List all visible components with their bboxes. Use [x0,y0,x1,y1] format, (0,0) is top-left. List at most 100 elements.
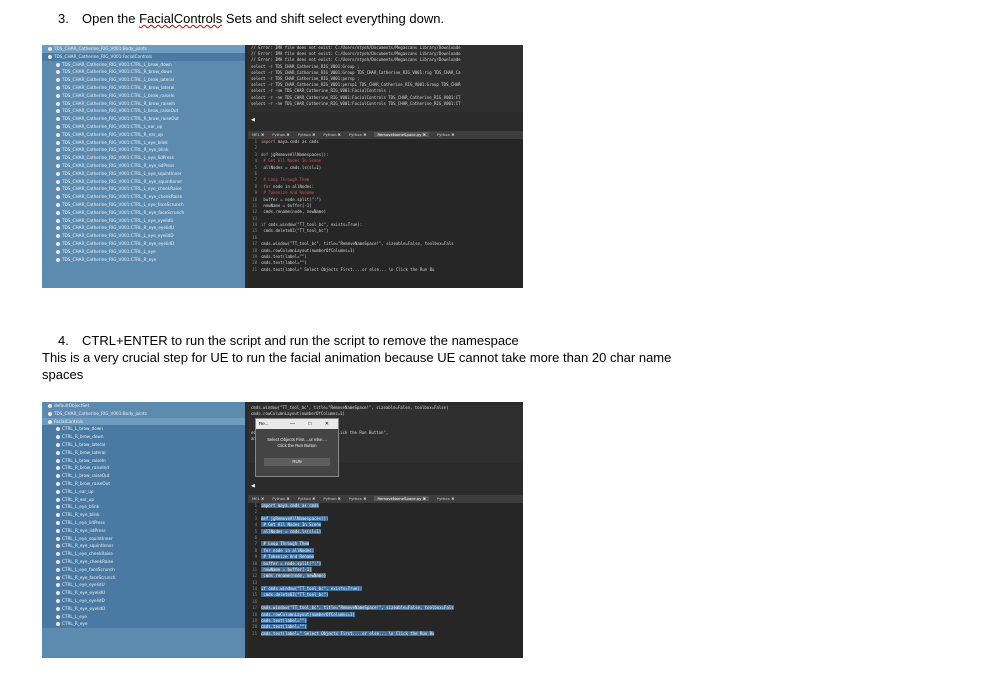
outliner-item-label: TDS_CHAR_Catherine_RIG_V001:CTRL_L_eye_f… [62,201,184,207]
circle-node-icon [56,622,60,627]
outliner-item[interactable]: TDS_CHAR_Catherine_RIG_V001:CTRL_R_eye_e… [42,240,245,248]
outliner-item[interactable]: TDS_CHAR_Catherine_RIG_V001:Body_joints [42,45,245,53]
outliner-item[interactable]: CTRL_R_eye_lidPress [42,526,245,535]
outliner-item[interactable]: TDS_CHAR_Catherine_RIG_V001:Body_joints [42,410,245,418]
script-tab[interactable]: Python ✖ [349,132,367,137]
outliner-item[interactable]: CTRL_R_ear_up [42,495,245,504]
script-tabs-2: MEL ✖ Python ✖ Python ✖ Python ✖ Python ✖ Rem… [248,495,523,503]
outliner-item[interactable]: CTRL_R_eye [42,620,245,629]
outliner-item[interactable]: CTRL_R_eye_cheekRaise [42,557,245,566]
outliner-item-label: CTRL_R_eye_faceScrunch [62,574,116,580]
outliner-item-label: TDS_CHAR_Catherine_RIG_V001:CTRL_R_eye_e… [62,240,175,246]
script-editor-1[interactable]: 1 import maya.cmds as cmds 2 3 def jgRemoveA… [248,139,523,288]
outliner-item[interactable]: TDS_CHAR_Catherine_RIG_V001:CTRL_R_eye_c… [42,193,245,201]
script-tab[interactable]: Python ✖ [437,132,455,137]
outliner-item[interactable]: CTRL_L_eye [42,612,245,621]
left-arrow-icon[interactable]: ◀ [251,118,255,123]
script-tab[interactable]: Python ✖ [349,496,367,501]
outliner-item[interactable]: CTRL_L_brow_raiseOut [42,472,245,480]
outliner-item[interactable]: TDS_CHAR_Catherine_RIG_V001:CTRL_L_brow_… [42,107,245,115]
outliner-item[interactable]: CTRL_R_brow_raiseInd [42,464,245,473]
outliner-item[interactable]: CTRL_L_eye_lidPress [42,518,245,527]
circle-node-icon [56,218,60,223]
outliner-item[interactable]: CTRL_L_eye_faceScrunch [42,565,245,574]
circle-node-icon [56,195,60,200]
script-tab[interactable]: RemoveNameSpace.py ✖ [374,496,429,501]
circle-node-icon [56,226,60,231]
outliner-item[interactable]: TDS_CHAR_Catherine_RIG_V001:CTRL_L_brow_… [42,76,245,84]
script-tab[interactable]: Python ✖ [272,496,290,501]
remove-namespace-window: Re... — □ ✕ Select Objects First....or e… [255,418,339,477]
outliner-item[interactable]: TDS_CHAR_Catherine_RIG_V001:CTRL_L_eye_c… [42,185,245,193]
circle-node-icon [56,591,60,596]
outliner-item[interactable]: TDS_CHAR_Catherine_RIG_V001:CTRL_R_ear_u… [42,131,245,139]
outliner-item-label: CTRL_L_eye_cheekRaise [62,551,113,557]
script-tab[interactable]: Python ✖ [272,132,290,137]
circle-node-icon [56,435,60,440]
circle-node-icon [56,450,60,455]
outliner-item[interactable]: TDS_CHAR_Catherine_RIG_V001:CTRL_L_ear_u… [42,123,245,131]
outliner-item[interactable]: CTRL_L_eye_squintInner [42,534,245,543]
script-tab[interactable]: Python ✖ [298,496,316,501]
outliner-item-label: TDS_CHAR_Catherine_RIG_V001:CTRL_R_eye [62,256,157,262]
outliner-item[interactable]: CTRL_L_eye_blink [42,503,245,512]
run-button[interactable]: RUN [264,458,330,466]
outliner-item[interactable]: CTRL_L_brow_down [42,425,245,434]
code-token: cmds.text(label="") [261,254,307,260]
code-token: newName = buffer[-1] [261,566,312,572]
outliner-item[interactable]: TDS_CHAR_Catherine_RIG_V001:CTRL_R_eye_b… [42,146,245,154]
outliner-item[interactable]: TDS_CHAR_Catherine_RIG_V001:CTRL_R_eye_l… [42,162,245,170]
script-tab[interactable]: RemoveNameSpace.py ✖ [374,132,429,137]
outliner-item[interactable]: CTRL_R_brow_raiseOut [42,479,245,488]
outliner-item[interactable]: CTRL_R_eye_blink [42,511,245,519]
outliner-item[interactable]: TDS_CHAR_Catherine_RIG_V001:CTRL_L_eye [42,248,245,256]
outliner-item[interactable]: CTRL_R_brow_lateral [42,448,245,457]
outliner-item[interactable]: TDS_CHAR_Catherine_RIG_V001:CTRL_L_eye_l… [42,154,245,162]
window-controls-icon[interactable]: — □ ✕ [290,419,335,429]
outliner-item[interactable]: CTRL_R_eye_eyelidD [42,604,245,613]
script-tab[interactable]: Python ✖ [437,496,455,501]
outliner-item[interactable]: TDS_CHAR_Catherine_RIG_V001:CTRL_L_brow_… [42,61,245,69]
outliner-item[interactable]: TDS_CHAR_Catherine_RIG_V001:CTRL_L_eye_e… [42,217,245,225]
outliner-item[interactable]: TDS_CHAR_Catherine_RIG_V001:CTRL_R_brow_… [42,68,245,76]
step-4-number: 4. [58,333,69,348]
outliner-item[interactable]: defaultObjectSet [42,402,245,410]
outliner-item[interactable]: TDS_CHAR_Catherine_RIG_V001:CTRL_L_eye_s… [42,170,245,178]
outliner-item[interactable]: CTRL_L_eye_cheekRaise [42,550,245,558]
outliner-item[interactable]: TDS_CHAR_Catherine_RIG_V001:CTRL_R_brow_… [42,115,245,123]
outliner-item[interactable]: TDS_CHAR_Catherine_RIG_V001:CTRL_R_eye_f… [42,209,245,217]
circle-node-icon [56,598,60,603]
outliner-item[interactable]: CTRL_R_eye_faceScrunch [42,573,245,582]
outliner-item[interactable]: CTRL_L_eye_eyelidU [42,581,245,590]
outliner-item[interactable]: TDS_CHAR_Catherine_RIG_V001:CTRL_R_eye_s… [42,178,245,186]
outliner-item-label: TDS_CHAR_Catherine_RIG_V001:CTRL_L_brow_… [62,77,174,83]
outliner-item[interactable]: CTRL_L_eye_eyelidD [42,596,245,605]
outliner-item[interactable]: FacialControls [42,417,245,426]
outliner-item[interactable]: CTRL_R_eye_squintInner [42,542,245,551]
left-arrow-icon[interactable]: ◀ [251,484,255,489]
script-tab[interactable]: Python ✖ [323,132,341,137]
outliner-item[interactable]: TDS_CHAR_Catherine_RIG_V001:FacialContro… [42,52,245,61]
outliner-item[interactable]: TDS_CHAR_Catherine_RIG_V001:CTRL_R_brow_… [42,84,245,92]
script-tab[interactable]: Python ✖ [298,132,316,137]
outliner-item[interactable]: TDS_CHAR_Catherine_RIG_V001:CTRL_L_brow_… [42,92,245,100]
outliner-item[interactable]: TDS_CHAR_Catherine_RIG_V001:CTRL_L_eye_e… [42,232,245,240]
outliner-item[interactable]: TDS_CHAR_Catherine_RIG_V001:CTRL_R_eye_e… [42,224,245,232]
script-tab[interactable]: MEL ✖ [252,496,264,501]
outliner-item[interactable]: CTRL_R_brow_down [42,433,245,441]
script-editor-2[interactable]: 1 import maya.cmds as cmds 2 3 def jgRemoveA… [248,503,523,658]
outliner-item-label: CTRL_R_ear_up [62,496,95,502]
script-tab[interactable]: MEL ✖ [252,132,264,137]
outliner-item[interactable]: CTRL_L_brow_raiseIn [42,456,245,465]
script-tab[interactable]: Python ✖ [323,496,341,501]
code-token: cmds.text(label=" Select Objects First..… [261,266,435,272]
outliner-item[interactable]: TDS_CHAR_Catherine_RIG_V001:CTRL_L_eye_b… [42,139,245,147]
outliner-item-label: CTRL_L_brow_down [62,426,103,432]
outliner-item[interactable]: CTRL_L_brow_lateral [42,440,245,449]
outliner-item[interactable]: TDS_CHAR_Catherine_RIG_V001:CTRL_L_eye_f… [42,201,245,209]
outliner-item[interactable]: TDS_CHAR_Catherine_RIG_V001:CTRL_R_brow_… [42,100,245,108]
outliner-item[interactable]: CTRL_L_ear_up [42,487,245,496]
outliner-item[interactable]: TDS_CHAR_Catherine_RIG_V001:CTRL_R_eye [42,256,245,264]
outliner-item[interactable]: CTRL_R_eye_eyelidU [42,589,245,597]
code-token: cmds.rename(node, newName) [261,209,327,215]
